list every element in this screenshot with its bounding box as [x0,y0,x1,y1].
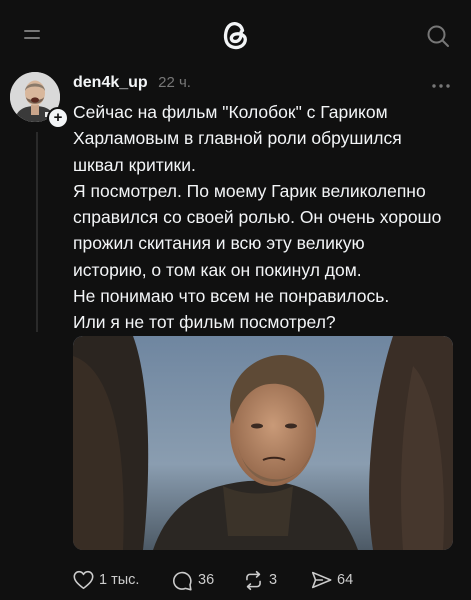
post-header: den4k_up 22 ч. [73,74,191,96]
repost-count: 3 [269,572,278,588]
repost-button[interactable]: 3 [243,569,277,591]
reply-button[interactable]: 36 [172,569,214,591]
post-text-line: Сейчас на фильм "Колобок" с Гариком [73,102,388,122]
post-text-line: прожил скитания и всю эту великую [73,233,365,254]
send-icon [311,571,332,589]
post-text-line: Или я не тот фильм посмотрел? [73,312,336,333]
post: + den4k_up 22 ч. Сейчас на фильм "Колобо… [0,72,471,600]
search-icon[interactable] [426,24,450,48]
follow-plus-badge[interactable]: + [47,107,69,129]
comment-icon [172,571,192,590]
username[interactable]: den4k_up [73,74,148,91]
top-bar [0,0,471,72]
post-text-line: историю, о том как он покинул дом. [73,259,362,280]
post-text-line: Я посмотрел. По моему Гарик великолепно [73,180,426,201]
post-text-line: Не понимаю что всем не понравилось. [73,286,390,307]
like-count: 1 тыс. [99,572,140,588]
repost-icon [246,570,261,590]
avatar-container[interactable]: + [10,72,69,129]
post-text-line: справился со своей ролью. Он очень хорош… [73,207,442,228]
share-button[interactable]: 64 [311,569,353,591]
post-actions: 1 тыс. 36 3 64 [73,569,453,591]
threads-logo-icon[interactable] [218,17,252,53]
post-image[interactable] [73,336,453,550]
reply-count: 36 [198,572,215,588]
like-button[interactable]: 1 тыс. [73,569,139,591]
share-count: 64 [337,572,354,588]
thread-line [36,132,38,332]
heart-icon [73,570,94,590]
more-icon[interactable] [430,78,452,88]
post-text-line: шквал критики. [73,154,196,175]
post-text: Сейчас на фильм "Колобок" с Гариком Харл… [73,99,458,336]
post-text-line: Харламовым в главной роли обрушился [73,128,402,149]
post-time: 22 ч. [158,74,191,91]
menu-icon[interactable] [24,28,42,42]
